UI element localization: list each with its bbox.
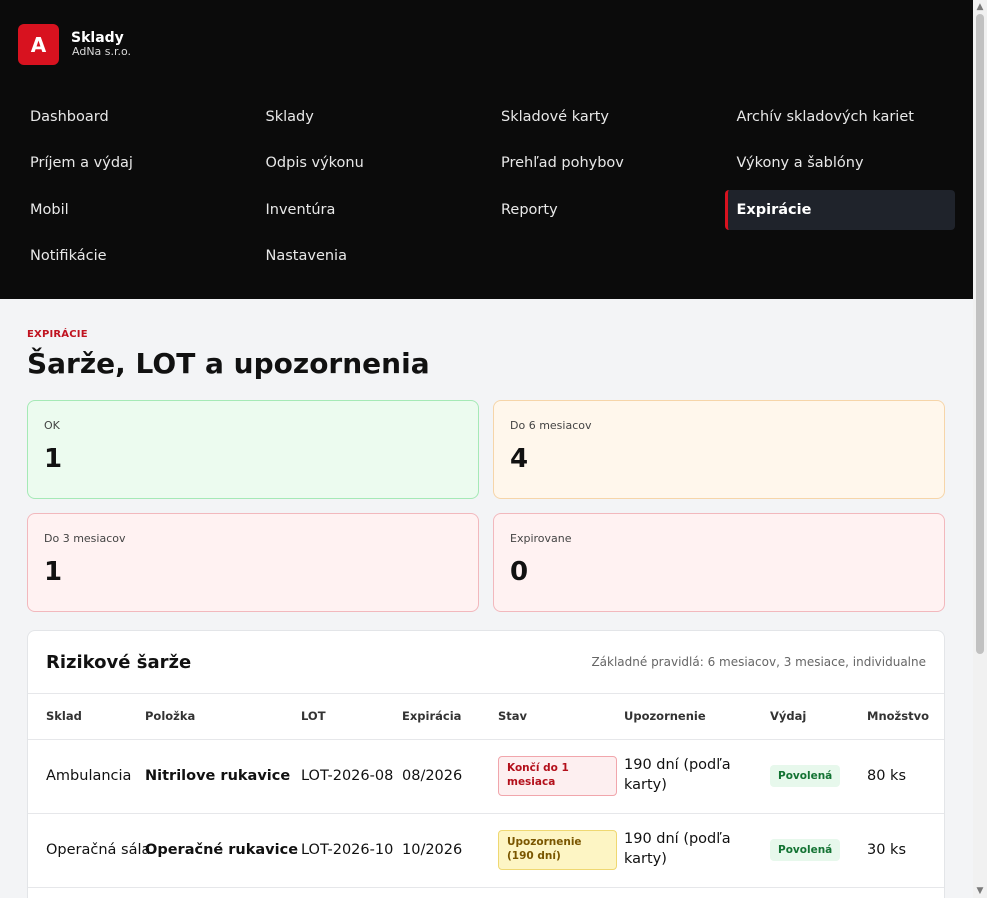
- brand-company: AdNa s.r.o.: [72, 45, 132, 59]
- page: A Sklady AdNa s.r.o. Dashboard Sklady Skla…: [0, 0, 973, 898]
- app-logo: A: [18, 24, 59, 65]
- cell-mnozstvo: 80 ks: [861, 739, 944, 814]
- nav-item-sklady[interactable]: Sklady: [254, 97, 490, 137]
- table-row[interactable]: Operačná sála Operačné rukavice LOT-2026-1…: [28, 813, 944, 888]
- stat-label: Do 3 mesiacov: [44, 532, 126, 545]
- nav-item-reporty[interactable]: Reporty: [489, 190, 725, 230]
- column-header[interactable]: Expirácia: [396, 694, 492, 740]
- stat-label: OK: [44, 419, 60, 432]
- nav-item-notifikacie[interactable]: Notifikácie: [18, 236, 254, 276]
- cell-vydaj: Povolená: [764, 739, 861, 814]
- cell-polozka[interactable]: Nitrilove rukavice: [139, 739, 295, 814]
- panel-title: Rizikové šarže: [46, 651, 192, 673]
- issue-allowed-badge: Povolená: [770, 839, 841, 861]
- column-header[interactable]: Upozornenie: [618, 694, 764, 740]
- scroll-up-arrow-icon[interactable]: ▲: [973, 0, 987, 14]
- stat-card-three-months: Do 3 mesiacov 1: [27, 513, 479, 612]
- cell-lot: LOT-2026-08: [295, 739, 396, 814]
- stat-value: 4: [510, 444, 529, 474]
- stat-card-expired: Expirovane 0: [493, 513, 945, 612]
- stat-card-six-months: Do 6 mesiacov 4: [493, 400, 945, 499]
- status-badge: Končí do 1 mesiaca: [498, 756, 617, 796]
- cell-expiracia: 08/2026: [396, 739, 492, 814]
- stat-value: 0: [510, 557, 529, 587]
- cell-expiracia: 10/2026: [396, 813, 492, 888]
- stat-card-ok: OK 1: [27, 400, 479, 499]
- column-header[interactable]: Stav: [492, 694, 618, 740]
- cell-stav: Upozornenie (190 dní): [492, 813, 618, 888]
- column-header[interactable]: Výdaj: [764, 694, 861, 740]
- column-header[interactable]: Položka: [139, 694, 295, 740]
- nav-item-prehlad-pohybov[interactable]: Prehľad pohybov: [489, 143, 725, 183]
- nav-item-mobil[interactable]: Mobil: [18, 190, 254, 230]
- table-header-row: Sklad Položka LOT Expirácia Stav Upozornenie V…: [28, 694, 944, 740]
- cell-lot: LOT-2026-10: [295, 813, 396, 888]
- page-eyebrow: EXPIRÁCIE: [27, 329, 88, 340]
- table-row[interactable]: Ambulancia Nitrilove rukavice LOT-2026-08 0…: [28, 739, 944, 814]
- stat-value: 1: [44, 444, 63, 474]
- rules-note: Základné pravidlá: 6 mesiacov, 3 mesiace…: [591, 655, 926, 669]
- scroll-down-arrow-icon[interactable]: ▼: [973, 884, 987, 898]
- cell-mnozstvo: 30 ks: [861, 813, 944, 888]
- page-title: Šarže, LOT a upozornenia: [27, 347, 430, 380]
- stat-label: Do 6 mesiacov: [510, 419, 592, 432]
- cell-sklad: Operačná sála: [28, 813, 150, 888]
- cell-polozka[interactable]: Operačné rukavice: [139, 813, 298, 888]
- main-nav: Dashboard Sklady Skladové karty Archív skla…: [18, 96, 955, 281]
- nav-item-vykony-sablony[interactable]: Výkony a šablóny: [725, 143, 956, 183]
- nav-item-expiracie[interactable]: Expirácie: [724, 189, 955, 230]
- cell-vydaj: Povolená: [764, 813, 861, 888]
- panel-header: Rizikové šarže Základné pravidlá: 6 mesi…: [28, 631, 944, 694]
- risky-batches-panel: Rizikové šarže Základné pravidlá: 6 mesi…: [27, 630, 945, 898]
- issue-allowed-badge: Povolená: [770, 765, 841, 787]
- nav-item-odpis-vykonu[interactable]: Odpis výkonu: [254, 143, 490, 183]
- status-badge: Upozornenie (190 dní): [498, 830, 617, 870]
- nav-item-nastavenia[interactable]: Nastavenia: [254, 236, 490, 276]
- cell-stav: Končí do 1 mesiaca: [492, 739, 618, 814]
- stat-label: Expirovane: [510, 532, 572, 545]
- top-header: A Sklady AdNa s.r.o. Dashboard Sklady Skla…: [0, 0, 973, 299]
- brand[interactable]: A Sklady AdNa s.r.o.: [18, 24, 131, 65]
- column-header[interactable]: Sklad: [28, 694, 139, 740]
- nav-item-archiv[interactable]: Archív skladových kariet: [725, 97, 956, 137]
- cell-upozornenie: 190 dní (podľa karty): [618, 739, 764, 814]
- stat-value: 1: [44, 557, 63, 587]
- nav-item-dashboard[interactable]: Dashboard: [18, 97, 254, 137]
- scrollbar-thumb[interactable]: [976, 14, 984, 654]
- nav-item-skladove-karty[interactable]: Skladové karty: [489, 97, 725, 137]
- column-header[interactable]: Množstvo: [861, 694, 944, 740]
- brand-name: Sklady: [71, 30, 124, 47]
- column-header[interactable]: LOT: [295, 694, 396, 740]
- cell-sklad: Ambulancia: [28, 739, 139, 814]
- table-body: Ambulancia Nitrilove rukavice LOT-2026-08 0…: [28, 739, 944, 888]
- vertical-scrollbar[interactable]: ▲ ▼: [973, 0, 987, 898]
- nav-item-prijem-vydaj[interactable]: Príjem a výdaj: [18, 143, 254, 183]
- batches-table: Sklad Položka LOT Expirácia Stav Upozornenie V…: [28, 694, 944, 888]
- nav-item-inventura[interactable]: Inventúra: [254, 190, 490, 230]
- cell-upozornenie: 190 dní (podľa karty): [618, 813, 764, 888]
